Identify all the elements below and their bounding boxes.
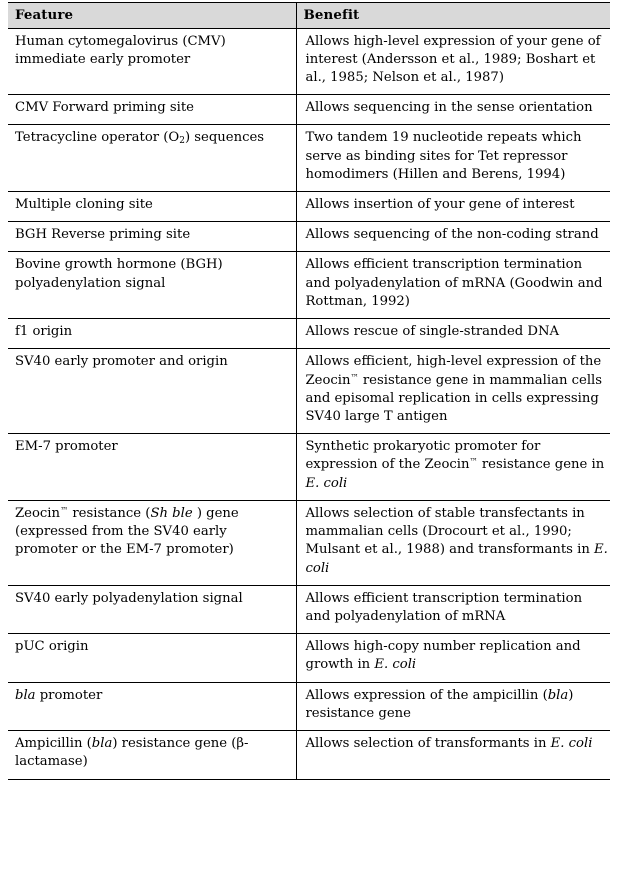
table-row: CMV Forward priming site Allows sequencin… <box>8 94 610 126</box>
table-row: Ampicillin (bla) resistance gene (β-lact… <box>8 730 610 780</box>
cell-feature: BGH Reverse priming site <box>8 221 297 253</box>
table-body: Human cytomegalovirus (CMV) immediate ea… <box>8 28 610 780</box>
cell-feature: Tetracycline operator (O2) sequences <box>8 124 297 193</box>
cell-benefit: Allows insertion of your gene of interes… <box>296 191 610 223</box>
cell-benefit: Allows efficient transcription terminati… <box>296 251 610 320</box>
cell-feature: SV40 early polyadenylation signal <box>8 585 297 635</box>
cell-feature: Ampicillin (bla) resistance gene (β-lact… <box>8 730 297 780</box>
document-page: Feature Benefit Human cytomegalovirus (C… <box>0 0 628 876</box>
table-row: SV40 early promoter and origin Allows eff… <box>8 348 610 435</box>
table-row: Bovine growth hormone (BGH) polyadenylat… <box>8 251 610 320</box>
cell-benefit: Allows sequencing in the sense orientati… <box>296 94 610 126</box>
cell-benefit: Allows selection of transformants in E. … <box>296 730 610 780</box>
table-row: Tetracycline operator (O2) sequences Two … <box>8 124 610 193</box>
cell-feature: Human cytomegalovirus (CMV) immediate ea… <box>8 28 297 96</box>
cell-benefit: Two tandem 19 nucleotide repeats which s… <box>296 124 610 193</box>
cell-benefit: Allows expression of the ampicillin (bla… <box>296 682 610 732</box>
cell-feature: f1 origin <box>8 318 297 350</box>
table-row: SV40 early polyadenylation signal Allows … <box>8 585 610 635</box>
cell-feature: CMV Forward priming site <box>8 94 297 126</box>
feature-benefit-table: Feature Benefit Human cytomegalovirus (C… <box>8 2 610 780</box>
cell-feature: pUC origin <box>8 633 297 683</box>
table-row: Human cytomegalovirus (CMV) immediate ea… <box>8 28 610 96</box>
cell-benefit: Allows high-copy number replication and … <box>296 633 610 683</box>
cell-feature: Zeocin™ resistance (Sh ble ) gene (expre… <box>8 500 297 586</box>
cell-benefit: Allows selection of stable transfectants… <box>296 500 610 586</box>
column-header-benefit: Benefit <box>296 2 610 29</box>
table-row: pUC origin Allows high-copy number replic… <box>8 633 610 683</box>
cell-benefit: Allows efficient transcription terminati… <box>296 585 610 635</box>
table-row: BGH Reverse priming site Allows sequencin… <box>8 221 610 253</box>
column-header-feature: Feature <box>8 2 297 29</box>
cell-feature: bla promoter <box>8 682 297 732</box>
table-row: Multiple cloning site Allows insertion of… <box>8 191 610 223</box>
cell-benefit: Allows efficient, high-level expression … <box>296 348 610 435</box>
cell-feature: EM-7 promoter <box>8 433 297 501</box>
table-row: bla promoter Allows expression of the amp… <box>8 682 610 732</box>
cell-benefit: Allows high-level expression of your gen… <box>296 28 610 96</box>
table-header: Feature Benefit <box>8 2 610 29</box>
cell-feature: Multiple cloning site <box>8 191 297 223</box>
cell-feature: SV40 early promoter and origin <box>8 348 297 435</box>
cell-feature: Bovine growth hormone (BGH) polyadenylat… <box>8 251 297 320</box>
table-row: f1 origin Allows rescue of single-strande… <box>8 318 610 350</box>
cell-benefit: Allows rescue of single-stranded DNA <box>296 318 610 350</box>
cell-benefit: Allows sequencing of the non-coding stra… <box>296 221 610 253</box>
table-row: EM-7 promoter Synthetic prokaryotic promo… <box>8 433 610 501</box>
table-row: Zeocin™ resistance (Sh ble ) gene (expre… <box>8 500 610 586</box>
table-header-row: Feature Benefit <box>8 2 610 29</box>
cell-benefit: Synthetic prokaryotic promoter for expre… <box>296 433 610 501</box>
